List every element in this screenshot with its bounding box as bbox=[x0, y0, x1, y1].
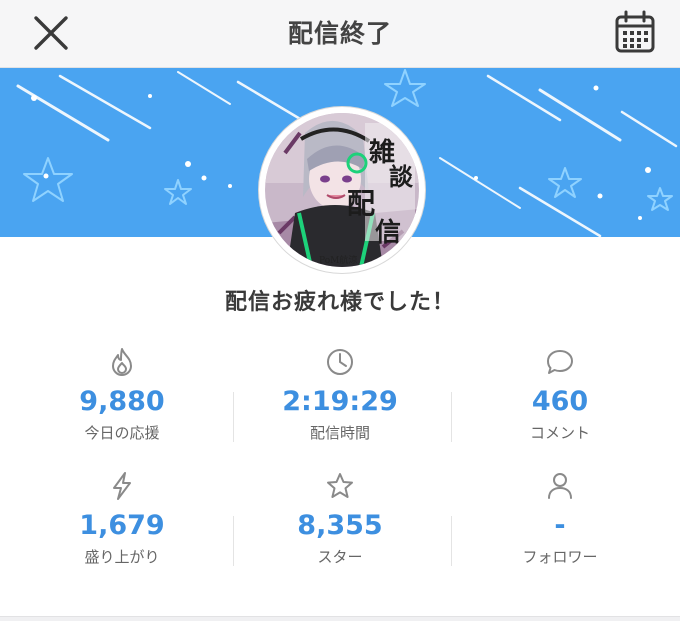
stat-comments: 460 コメント bbox=[450, 346, 670, 443]
stat-label: フォロワー bbox=[522, 548, 598, 566]
stat-value: 460 bbox=[531, 386, 589, 417]
bottom-bar bbox=[0, 616, 680, 621]
streamer-avatar-frame: 雑 談 配 信 PoM航涼 bbox=[259, 107, 425, 273]
stat-stars: 8,355 スター bbox=[230, 470, 450, 567]
person-icon bbox=[548, 473, 572, 499]
stat-label: スター bbox=[317, 548, 363, 566]
stat-label: コメント bbox=[529, 424, 590, 442]
stat-divider bbox=[233, 392, 234, 442]
calendar-icon[interactable] bbox=[614, 9, 656, 55]
avatar[interactable]: 雑 談 配 信 PoM航涼 bbox=[265, 113, 419, 267]
stat-followers: - フォロワー bbox=[450, 470, 670, 567]
stat-label: 今日の応援 bbox=[84, 424, 160, 442]
stat-divider bbox=[233, 516, 234, 566]
flame-icon bbox=[112, 348, 132, 376]
avatar-credit: PoM航涼 bbox=[319, 254, 357, 266]
stat-value: 9,880 bbox=[79, 386, 165, 417]
stat-value: 2:19:29 bbox=[282, 386, 398, 417]
stat-value: 1,679 bbox=[79, 510, 165, 541]
stat-duration: 2:19:29 配信時間 bbox=[230, 346, 450, 443]
greeting-message: 配信お疲れ様でした！ bbox=[224, 290, 455, 315]
stat-value: 8,355 bbox=[297, 510, 383, 541]
clock-icon bbox=[327, 349, 353, 375]
stat-label: 配信時間 bbox=[309, 424, 370, 442]
stat-label: 盛り上がり bbox=[84, 548, 160, 566]
avatar-title-3: 配 bbox=[347, 187, 375, 220]
stat-value: - bbox=[554, 510, 566, 541]
stat-support: 9,880 今日の応援 bbox=[12, 346, 232, 443]
top-bar: 配信終了 bbox=[0, 0, 680, 68]
avatar-title-4: 信 bbox=[375, 218, 401, 248]
page-title: 配信終了 bbox=[287, 19, 392, 48]
star-icon bbox=[327, 473, 353, 498]
stat-excitement: 1,679 盛り上がり bbox=[12, 470, 232, 567]
stat-divider bbox=[451, 516, 452, 566]
lightning-icon bbox=[113, 472, 131, 500]
stat-divider bbox=[451, 392, 452, 442]
avatar-illustration: 雑 談 配 信 PoM航涼 bbox=[265, 113, 419, 267]
avatar-title-2: 談 bbox=[389, 162, 414, 191]
comment-icon bbox=[547, 350, 573, 374]
